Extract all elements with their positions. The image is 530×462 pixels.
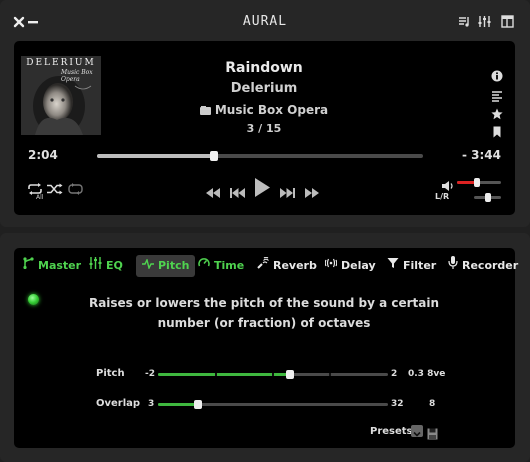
master-icon [22, 255, 34, 277]
tab-filter[interactable]: Filter [387, 255, 436, 277]
app-title: AURAL [242, 14, 288, 29]
presets-dropdown[interactable] [411, 425, 423, 437]
seek-knob[interactable] [210, 151, 218, 161]
presets-label: Presets [370, 426, 413, 437]
album-art-title-text: DELERIUM [26, 58, 96, 68]
pitch-slider-tick [215, 373, 217, 376]
overlap-knob[interactable] [194, 400, 202, 409]
eq-icon [89, 255, 102, 277]
seek-backward-icon[interactable] [206, 183, 220, 202]
favorite-star-icon[interactable] [491, 105, 503, 120]
tab-reverb[interactable]: Reverb [257, 255, 317, 277]
pitch-min-label: -2 [145, 369, 155, 379]
pitch-label: Pitch [96, 368, 125, 379]
volume-slider[interactable] [457, 178, 501, 187]
play-icon[interactable] [255, 178, 270, 201]
tab-delay-label: Delay [341, 259, 376, 272]
tab-filter-label: Filter [403, 259, 437, 272]
effects-sliders-icon[interactable] [478, 13, 492, 27]
player-window: AURAL DELERIUM Music Box Opera Raindown … [0, 0, 530, 227]
save-preset-icon[interactable] [427, 425, 438, 440]
track-title: Raindown [225, 60, 303, 76]
album-icon [199, 104, 211, 118]
track-album-label: Music Box Opera [214, 103, 329, 117]
tab-eq-label: EQ [106, 259, 123, 272]
tab-pitch[interactable]: Pitch [136, 255, 196, 277]
previous-track-icon[interactable] [230, 183, 245, 202]
tab-time[interactable]: Time [198, 255, 244, 277]
pitch-description: Raises or lowers the pitch of the sound … [88, 296, 440, 330]
playlist-icon[interactable] [458, 13, 472, 27]
album-art-script-text: Music Box Opera [61, 69, 93, 83]
pitch-slider-fill [158, 373, 290, 376]
reverb-icon [257, 255, 269, 277]
overlap-label: Overlap [96, 398, 141, 409]
chevron-down-icon [413, 431, 421, 437]
time-icon [198, 255, 210, 277]
track-album: Music Box Opera [164, 103, 364, 118]
balance-knob[interactable] [485, 193, 491, 202]
track-position: 3 / 15 [246, 122, 282, 135]
pitch-knob[interactable] [286, 370, 294, 379]
info-icon[interactable] [491, 67, 503, 82]
balance-slider[interactable] [474, 193, 501, 202]
pitch-slider[interactable] [158, 370, 388, 379]
title-bar: AURAL [0, 0, 530, 40]
time-elapsed[interactable]: 2:04 [28, 148, 58, 162]
overlap-max-label: 32 [391, 399, 404, 409]
recorder-icon [448, 255, 458, 277]
seek-forward-icon[interactable] [305, 183, 319, 202]
repeat-mode-label: All [36, 194, 44, 201]
tab-reverb-label: Reverb [273, 259, 317, 272]
tab-eq[interactable]: EQ [89, 255, 123, 277]
tab-master[interactable]: Master [22, 255, 81, 277]
loop-segment-icon[interactable] [68, 180, 83, 199]
filter-icon [387, 255, 399, 277]
overlap-value: 8 [429, 399, 436, 409]
tab-time-label: Time [214, 259, 245, 272]
tab-recorder-label: Recorder [462, 259, 519, 272]
overlap-slider[interactable] [158, 400, 388, 409]
overlap-slider-fill [158, 403, 198, 406]
chapters-icon[interactable] [491, 87, 503, 102]
balance-label: L/R [435, 192, 450, 201]
tab-recorder[interactable]: Recorder [448, 255, 518, 277]
pitch-slider-tick [329, 373, 331, 376]
delay-icon [324, 255, 338, 277]
effects-panel: Master EQ Pitch Time Reverb Delay Filter… [14, 248, 518, 448]
pitch-slider-tick [272, 373, 274, 376]
shuffle-icon[interactable] [47, 180, 63, 199]
bookmark-icon[interactable] [491, 123, 503, 138]
track-artist: Delerium [230, 81, 298, 96]
seek-bar-fill [97, 154, 214, 158]
next-track-icon[interactable] [280, 183, 295, 202]
tab-master-label: Master [38, 259, 82, 272]
tab-pitch-label: Pitch [158, 259, 190, 272]
overlap-min-label: 3 [148, 399, 155, 409]
pitch-max-label: 2 [391, 369, 398, 379]
seek-bar[interactable] [97, 151, 423, 161]
album-art: DELERIUM Music Box Opera [21, 56, 101, 135]
pitch-icon [142, 255, 154, 277]
effects-window: Master EQ Pitch Time Reverb Delay Filter… [0, 233, 530, 462]
tab-delay[interactable]: Delay [324, 255, 376, 277]
layout-icon[interactable] [501, 13, 515, 28]
volume-knob[interactable] [474, 178, 480, 187]
pitch-bypass-toggle[interactable] [28, 294, 39, 305]
time-remaining[interactable]: - 3:44 [462, 148, 501, 162]
player-panel: DELERIUM Music Box Opera Raindown Deleri… [14, 41, 515, 215]
pitch-value: 0.3 8ve [408, 369, 446, 379]
